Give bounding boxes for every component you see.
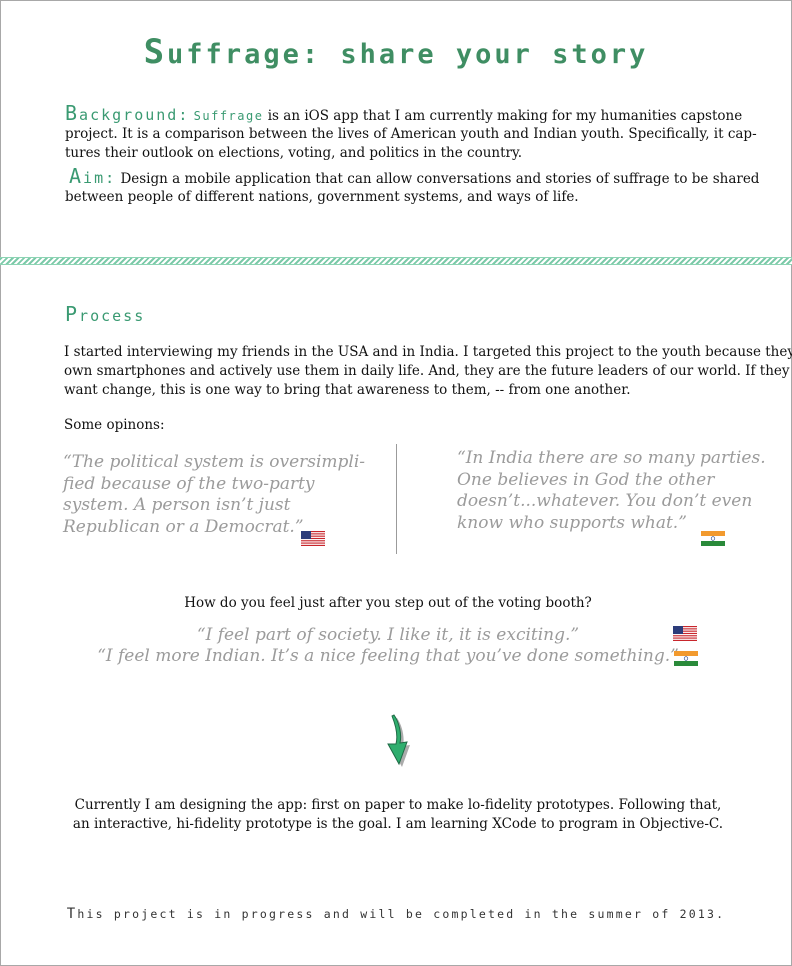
section-divider bbox=[0, 257, 792, 265]
india-flag-icon bbox=[674, 651, 698, 666]
app-name: Suffrage bbox=[193, 109, 264, 123]
quote-us-line: Republican or a Democrat.” bbox=[63, 516, 304, 537]
voting-answer-india: “I feel more Indian. It’s a nice feeling… bbox=[97, 646, 679, 666]
process-line-2: own smartphones and actively use them in… bbox=[64, 363, 790, 379]
quote-divider bbox=[396, 444, 397, 554]
background-text-3: tures their outlook on elections, voting… bbox=[65, 145, 523, 161]
quote-india-line: doesn’t...whatever. You don’t even bbox=[457, 491, 753, 511]
voting-answer-us: “I feel part of society. I like it, it i… bbox=[196, 625, 580, 645]
background-text-1: is an iOS app that I am currently making… bbox=[263, 108, 743, 124]
us-flag-icon bbox=[673, 626, 697, 641]
us-flag-icon bbox=[301, 531, 325, 546]
quote-us-line: fied because of the two-party bbox=[63, 473, 315, 494]
quote-india-line: “In India there are so many parties. bbox=[457, 448, 766, 468]
aim-text-1: Design a mobile application that can all… bbox=[120, 171, 760, 187]
aim-label: Aim: bbox=[69, 164, 117, 188]
opinions-label: Some opinons: bbox=[64, 417, 165, 433]
current-line-1: Currently I am designing the app: first … bbox=[74, 797, 722, 813]
page-title: Suffrage: share your story bbox=[143, 32, 649, 72]
voting-question: How do you feel just after you step out … bbox=[184, 595, 592, 611]
background-text-2: project. It is a comparison between the … bbox=[65, 126, 757, 142]
aim-section: Aim: Design a mobile application that ca… bbox=[65, 164, 765, 207]
quote-us-line: “The political system is oversimpli- bbox=[63, 452, 366, 472]
current-text: Currently I am designing the app: first … bbox=[0, 796, 792, 834]
quote-india-line: know who supports what.” bbox=[457, 512, 687, 533]
process-line-3: want change, this is one way to bring th… bbox=[64, 382, 631, 398]
process-line-1: I started interviewing my friends in the… bbox=[64, 344, 792, 360]
process-text: I started interviewing my friends in the… bbox=[64, 343, 792, 400]
quote-india-line: One believes in God the other bbox=[457, 469, 715, 490]
current-line-2: an interactive, hi-fidelity prototype is… bbox=[72, 816, 724, 832]
quote-us-line: system. A person isn’t just bbox=[63, 495, 291, 515]
aim-text-2: between people of different nations, gov… bbox=[65, 189, 579, 205]
process-heading: Process bbox=[65, 302, 146, 326]
background-label: Background: bbox=[65, 101, 190, 125]
background-section: Background: Suffrage is an iOS app that … bbox=[65, 101, 765, 163]
footer-note: This project is in progress and will be … bbox=[66, 906, 726, 922]
arrow-down-icon bbox=[387, 714, 410, 767]
quote-india: “In India there are so many parties. One… bbox=[457, 448, 777, 534]
quote-us: “The political system is oversimpli- fie… bbox=[63, 452, 383, 538]
india-flag-icon bbox=[701, 531, 725, 546]
